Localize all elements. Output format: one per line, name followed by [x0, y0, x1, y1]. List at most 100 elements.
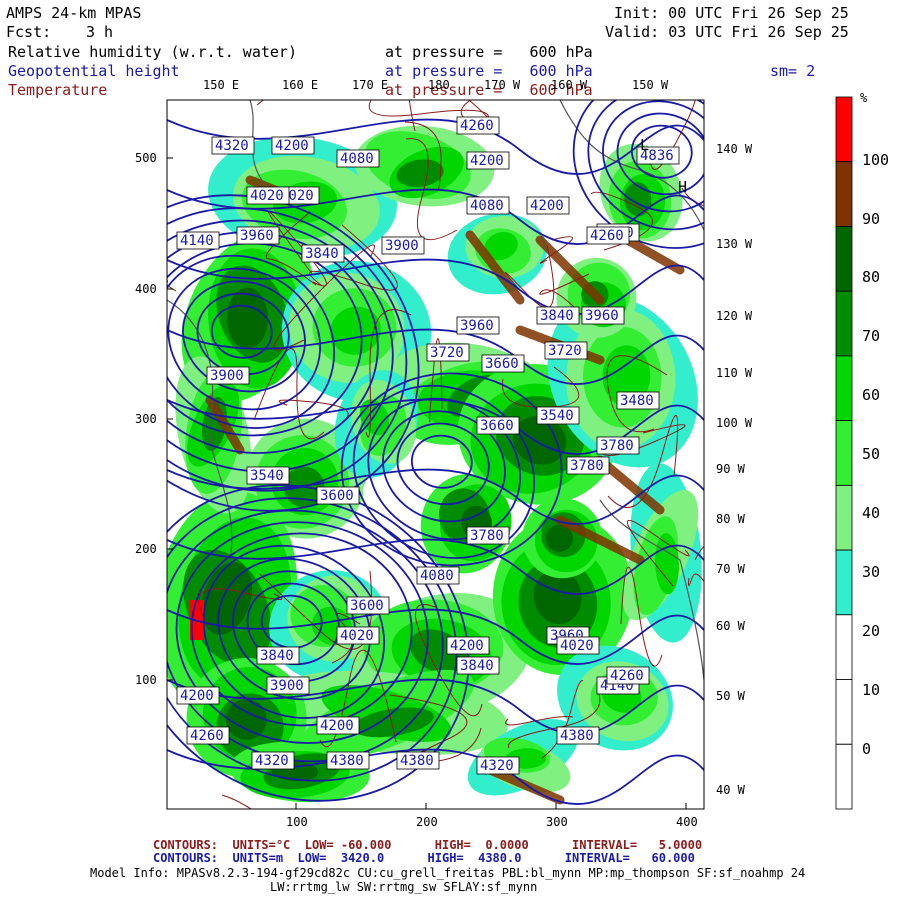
height-label-text: 3840 — [305, 246, 339, 262]
y-tick-label: 300 — [135, 412, 157, 426]
colorbar-label: 50 — [862, 445, 881, 463]
colorbar-label: 40 — [862, 504, 881, 522]
colorbar-label: 80 — [862, 268, 881, 286]
height-label-text: 4320 — [255, 753, 289, 769]
colorbar-label: 70 — [862, 327, 881, 345]
height-label-text: 4200 — [275, 138, 309, 154]
height-label-text: 4260 — [590, 228, 624, 244]
y-tick-label: 100 — [135, 673, 157, 687]
x-tick-label: 300 — [546, 815, 568, 829]
colorbar-label: 60 — [862, 386, 881, 404]
height-label-text: 3660 — [480, 418, 514, 434]
height-label-text: 3600 — [350, 598, 384, 614]
height-label-text: 3900 — [210, 368, 244, 384]
temp-contour-info: CONTOURS: UNITS=°C LOW= -60.000 HIGH= 0.… — [153, 838, 703, 852]
height-label-text: 4320 — [215, 138, 249, 154]
height-label-text: 3600 — [320, 488, 354, 504]
y-tick-label: 200 — [135, 542, 157, 556]
model-info-line2: LW:rrtmg_lw SW:rrtmg_sw SFLAY:sf_mynn — [270, 880, 538, 894]
height-label-text: 4200 — [450, 638, 484, 654]
lon-label-right: 70 W — [716, 562, 745, 576]
lon-label-right: 130 W — [716, 237, 753, 251]
colorbar-segment — [835, 161, 853, 227]
weather-map: 4320 4200 4080 4020 4200 4260 3960 3840 3900 3960… — [166, 96, 853, 810]
colorbar-segment — [835, 226, 853, 292]
height-label-text: 3480 — [620, 393, 654, 409]
colorbar-segment — [835, 549, 853, 616]
colorbar-segment — [835, 679, 853, 745]
colorbar-segment — [835, 743, 853, 810]
y-tick-label: 500 — [135, 151, 157, 165]
height-label-text: 3720 — [548, 343, 582, 359]
colorbar-label: 90 — [862, 210, 881, 228]
colorbar-segment — [835, 420, 853, 486]
height-label-text: 3960 — [460, 318, 494, 334]
height-label-text: 4080 — [340, 151, 374, 167]
colorbar-label: 30 — [862, 563, 881, 581]
colorbar-segment — [835, 484, 853, 551]
x-tick-label: 200 — [416, 815, 438, 829]
x-tick-label: 400 — [676, 815, 698, 829]
height-label-text: 4200 — [530, 198, 564, 214]
height-label-text: 4260 — [190, 728, 224, 744]
height-label-text: 4200 — [180, 688, 214, 704]
lon-label-top: 160 E — [282, 78, 319, 92]
x-tick-label: 100 — [286, 815, 308, 829]
lon-label-right: 120 W — [716, 309, 753, 323]
colorbar — [835, 96, 853, 810]
lon-label-right: 80 W — [716, 512, 745, 526]
height-label-text: 4200 — [470, 153, 504, 169]
lon-label-top: 160 W — [551, 78, 588, 92]
colorbar-segment — [835, 290, 853, 357]
lon-label-right: 40 W — [716, 783, 745, 797]
colorbar-label: 100 — [862, 151, 890, 169]
low-center-label: L — [640, 136, 649, 154]
height-contour-info: CONTOURS: UNITS=m LOW= 3420.0 HIGH= 4380… — [153, 851, 695, 865]
height-label-text: 3540 — [540, 408, 574, 424]
height-label-text: 4080 — [420, 568, 454, 584]
height-label-text: 4080 — [470, 198, 504, 214]
height-label-text: 4260 — [460, 118, 494, 134]
height-label-text: 4140 — [180, 233, 214, 249]
dry-pocket — [363, 476, 403, 504]
colorbar-label: 20 — [862, 622, 881, 640]
lon-label-right: 100 W — [716, 416, 753, 430]
height-label-text: 3780 — [600, 438, 634, 454]
height-label-text: 4380 — [400, 753, 434, 769]
height-label-text: 3840 — [260, 648, 294, 664]
height-label-text: 4380 — [330, 753, 364, 769]
height-label-text: 3780 — [570, 458, 604, 474]
height-label-text: 3900 — [385, 238, 419, 254]
colorbar-segment — [835, 355, 853, 421]
height-label-text: 3720 — [430, 345, 464, 361]
colorbar-segment — [835, 96, 853, 163]
height-label-text: 3900 — [270, 678, 304, 694]
height-label-text: 3960 — [585, 308, 619, 324]
high-center-label: H — [678, 178, 687, 196]
height-label-text: 3960 — [240, 228, 274, 244]
height-label-text: 4200 — [320, 718, 354, 734]
lon-label-right: 90 W — [716, 462, 745, 476]
height-label-text: 4020 — [250, 188, 284, 204]
colorbar-label: 10 — [862, 681, 881, 699]
rh-blob — [227, 287, 268, 349]
height-label-text: 3540 — [250, 468, 284, 484]
lon-label-top: 150 W — [632, 78, 669, 92]
height-label-text: 3840 — [460, 658, 494, 674]
colorbar-label: 0 — [862, 740, 872, 758]
lon-label-right: 110 W — [716, 366, 753, 380]
lon-label-right: 50 W — [716, 689, 745, 703]
height-label-text: 4020 — [560, 638, 594, 654]
lon-label-top: 180 — [428, 78, 450, 92]
lon-label-right: 140 W — [716, 142, 753, 156]
y-tick-label: 400 — [135, 282, 157, 296]
height-label-text: 4020 — [340, 628, 374, 644]
height-label-text: 4380 — [560, 728, 594, 744]
lon-label-top: 150 E — [203, 78, 240, 92]
height-label-text: 3840 — [540, 308, 574, 324]
height-label-text: 4260 — [610, 668, 644, 684]
colorbar-segment — [835, 614, 853, 680]
model-info-line1: Model Info: MPASv8.2.3-194-gf29cd82c CU:… — [90, 866, 806, 880]
height-label-text: 4320 — [480, 758, 514, 774]
colorbar-unit: % — [860, 91, 868, 105]
